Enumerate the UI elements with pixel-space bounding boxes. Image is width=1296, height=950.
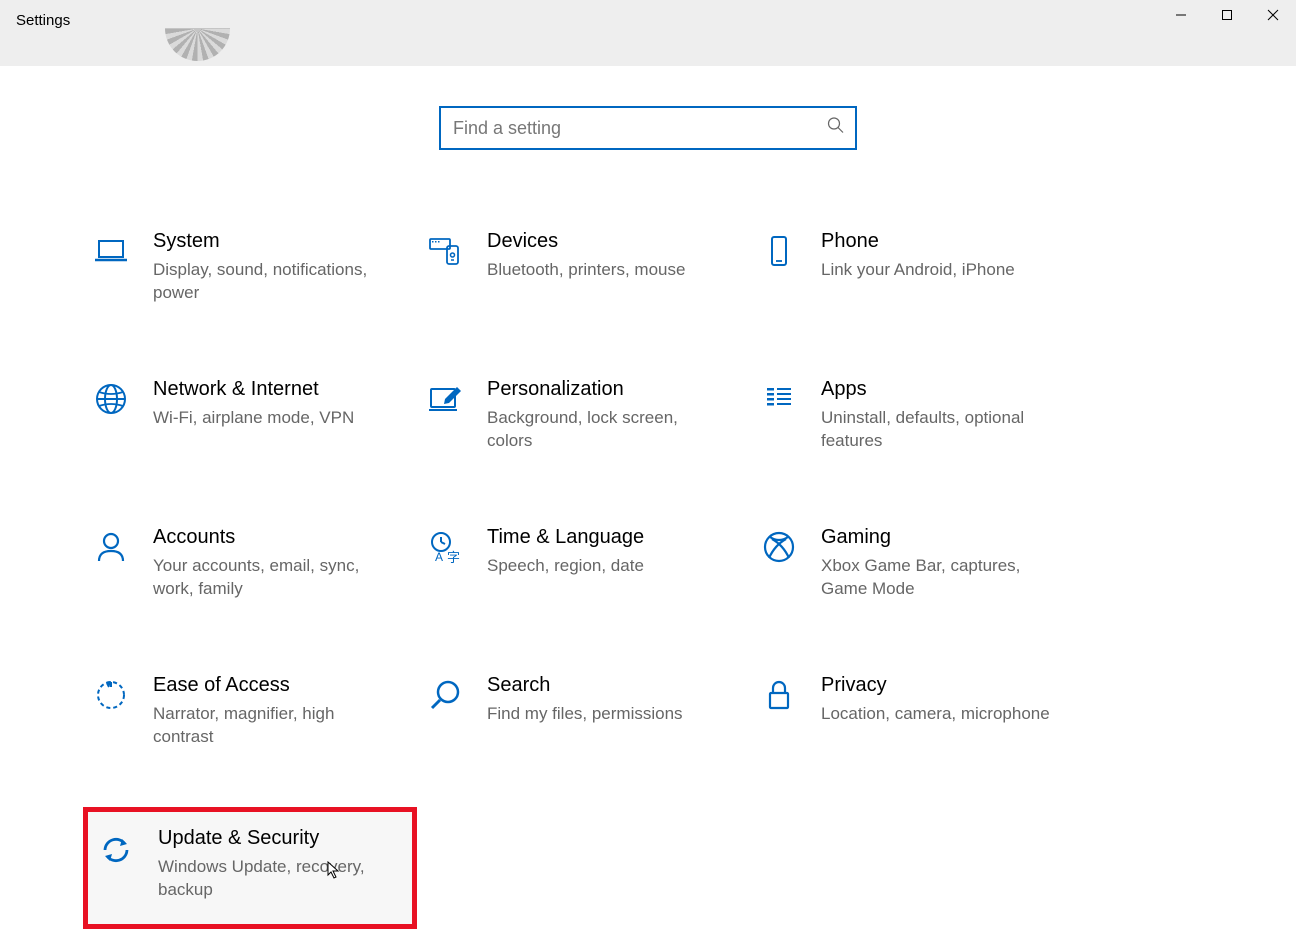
tile-desc: Find my files, permissions bbox=[487, 703, 717, 726]
tile-desc: Narrator, magnifier, high contrast bbox=[153, 703, 383, 749]
tile-devices[interactable]: Devices Bluetooth, printers, mouse bbox=[417, 225, 751, 323]
tile-text: Search Find my files, permissions bbox=[487, 673, 717, 726]
tile-title: System bbox=[153, 229, 383, 253]
search-input[interactable] bbox=[439, 106, 857, 150]
tile-title: Search bbox=[487, 673, 717, 697]
tile-title: Accounts bbox=[153, 525, 383, 549]
tile-text: Devices Bluetooth, printers, mouse bbox=[487, 229, 717, 282]
tile-title: Update & Security bbox=[158, 826, 388, 850]
magnifier-icon bbox=[425, 675, 465, 715]
person-icon bbox=[91, 527, 131, 567]
phone-icon bbox=[759, 231, 799, 271]
search-container bbox=[439, 106, 857, 150]
tile-title: Network & Internet bbox=[153, 377, 383, 401]
tile-text: Accounts Your accounts, email, sync, work… bbox=[153, 525, 383, 601]
apps-icon bbox=[759, 379, 799, 419]
tile-desc: Bluetooth, printers, mouse bbox=[487, 259, 717, 282]
pen-icon bbox=[425, 379, 465, 419]
tile-text: Update & Security Windows Update, recover… bbox=[158, 826, 388, 902]
tile-network[interactable]: Network & Internet Wi-Fi, airplane mode, … bbox=[83, 373, 417, 471]
tile-title: Ease of Access bbox=[153, 673, 383, 697]
update-icon bbox=[96, 830, 136, 870]
settings-grid: System Display, sound, notifications, pow… bbox=[83, 225, 1085, 929]
tile-text: Apps Uninstall, defaults, optional featur… bbox=[821, 377, 1051, 453]
tile-ease[interactable]: Ease of Access Narrator, magnifier, high … bbox=[83, 669, 417, 767]
tile-accounts[interactable]: Accounts Your accounts, email, sync, work… bbox=[83, 521, 417, 619]
tile-title: Gaming bbox=[821, 525, 1051, 549]
tile-title: Time & Language bbox=[487, 525, 717, 549]
tile-desc: Display, sound, notifications, power bbox=[153, 259, 383, 305]
tile-phone[interactable]: Phone Link your Android, iPhone bbox=[751, 225, 1085, 323]
window-controls bbox=[1158, 0, 1296, 30]
main-content: System Display, sound, notifications, pow… bbox=[0, 66, 1296, 929]
xbox-icon bbox=[759, 527, 799, 567]
avatar-remnant bbox=[165, 28, 230, 66]
tile-title: Phone bbox=[821, 229, 1051, 253]
tile-text: Time & Language Speech, region, date bbox=[487, 525, 717, 578]
tile-text: Ease of Access Narrator, magnifier, high … bbox=[153, 673, 383, 749]
tile-desc: Location, camera, microphone bbox=[821, 703, 1051, 726]
laptop-icon bbox=[91, 231, 131, 271]
tile-desc: Wi-Fi, airplane mode, VPN bbox=[153, 407, 383, 430]
tile-title: Apps bbox=[821, 377, 1051, 401]
tile-text: System Display, sound, notifications, pow… bbox=[153, 229, 383, 305]
tile-text: Network & Internet Wi-Fi, airplane mode, … bbox=[153, 377, 383, 430]
tile-update[interactable]: Update & Security Windows Update, recover… bbox=[83, 807, 417, 929]
tile-apps[interactable]: Apps Uninstall, defaults, optional featur… bbox=[751, 373, 1085, 471]
tile-text: Gaming Xbox Game Bar, captures, Game Mode bbox=[821, 525, 1051, 601]
svg-text:A: A bbox=[435, 550, 443, 564]
globe-icon bbox=[91, 379, 131, 419]
search-icon bbox=[827, 117, 845, 140]
time-lang-icon: A字 bbox=[425, 527, 465, 567]
tile-system[interactable]: System Display, sound, notifications, pow… bbox=[83, 225, 417, 323]
titlebar: Settings bbox=[0, 0, 1296, 66]
tile-search-cat[interactable]: Search Find my files, permissions bbox=[417, 669, 751, 767]
tile-title: Personalization bbox=[487, 377, 717, 401]
tile-desc: Windows Update, recovery, backup bbox=[158, 856, 388, 902]
lock-icon bbox=[759, 675, 799, 715]
tile-title: Devices bbox=[487, 229, 717, 253]
window-title: Settings bbox=[0, 0, 86, 41]
tile-title: Privacy bbox=[821, 673, 1051, 697]
ease-icon bbox=[91, 675, 131, 715]
devices-icon bbox=[425, 231, 465, 271]
tile-desc: Xbox Game Bar, captures, Game Mode bbox=[821, 555, 1051, 601]
tile-text: Personalization Background, lock screen, … bbox=[487, 377, 717, 453]
minimize-button[interactable] bbox=[1158, 0, 1204, 30]
tile-desc: Speech, region, date bbox=[487, 555, 717, 578]
tile-desc: Link your Android, iPhone bbox=[821, 259, 1051, 282]
tile-text: Privacy Location, camera, microphone bbox=[821, 673, 1051, 726]
tile-desc: Background, lock screen, colors bbox=[487, 407, 717, 453]
tile-desc: Your accounts, email, sync, work, family bbox=[153, 555, 383, 601]
tile-personalization[interactable]: Personalization Background, lock screen, … bbox=[417, 373, 751, 471]
close-button[interactable] bbox=[1250, 0, 1296, 30]
tile-desc: Uninstall, defaults, optional features bbox=[821, 407, 1051, 453]
tile-text: Phone Link your Android, iPhone bbox=[821, 229, 1051, 282]
tile-time[interactable]: A字 Time & Language Speech, region, date bbox=[417, 521, 751, 619]
tile-privacy[interactable]: Privacy Location, camera, microphone bbox=[751, 669, 1085, 767]
tile-gaming[interactable]: Gaming Xbox Game Bar, captures, Game Mode bbox=[751, 521, 1085, 619]
maximize-button[interactable] bbox=[1204, 0, 1250, 30]
svg-text:字: 字 bbox=[447, 550, 460, 565]
